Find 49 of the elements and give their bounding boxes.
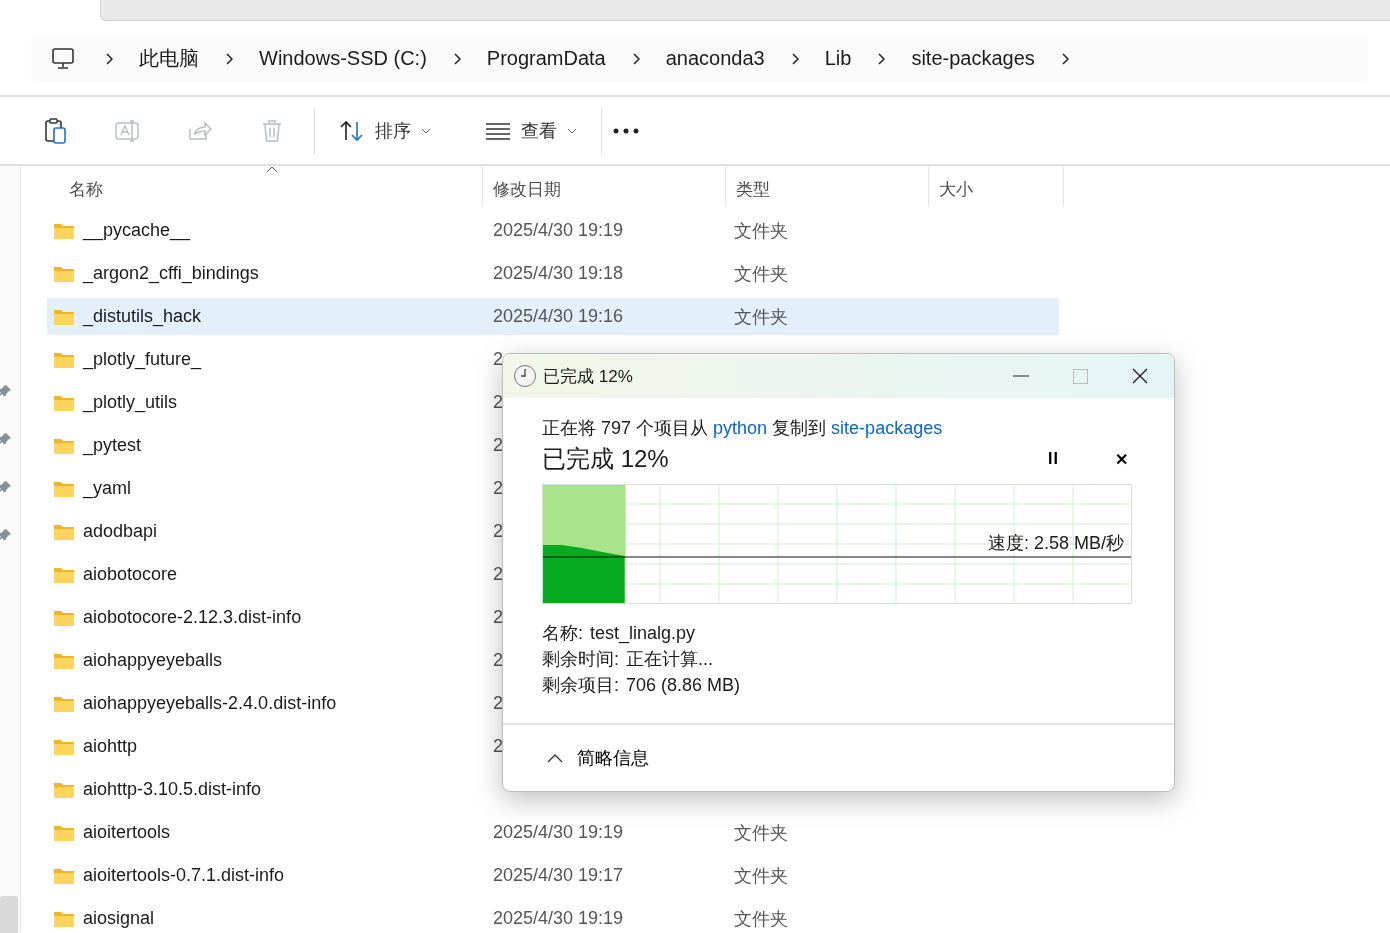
detail-value: 正在计算... [626, 649, 714, 669]
file-name: aioitertools-0.7.1.dist-info [83, 865, 285, 886]
detail-label: 名称: [542, 623, 583, 643]
file-type: 文件夹 [734, 907, 788, 931]
file-name: aiohappyeyeballs [83, 650, 223, 671]
modified-date: 2025/4/30 19:17 [493, 865, 624, 886]
file-type: 文件夹 [734, 305, 788, 329]
file-type: 文件夹 [734, 219, 788, 243]
modified-date: 2 [493, 478, 503, 499]
modified-date: 2 [493, 521, 503, 542]
detail-label: 剩余时间: [542, 649, 619, 669]
file-name: _plotly_utils [83, 392, 178, 413]
file-name: aiosignal [83, 908, 155, 929]
file-name: _distutils_hack [83, 306, 202, 327]
file-name: _plotly_future_ [83, 349, 202, 370]
file-name: adodbapi [83, 521, 158, 542]
modified-date: 2 [493, 564, 503, 585]
modified-date: 2 [493, 392, 503, 413]
modified-date: 2025/4/30 19:16 [493, 306, 624, 327]
modified-date: 2025/4/30 19:19 [493, 220, 624, 241]
detail-label: 剩余项目: [542, 675, 619, 695]
modified-date: 2 [493, 349, 503, 370]
file-name: aiohttp [83, 736, 138, 757]
file-name: __pycache__ [83, 220, 191, 241]
modified-date: 2 [493, 607, 503, 628]
file-name: aiohttp-3.10.5.dist-info [83, 779, 262, 800]
modified-date: 2 [493, 650, 503, 671]
file-name: aiohappyeyeballs-2.4.0.dist-info [83, 693, 337, 714]
file-name: _yaml [83, 478, 131, 499]
copy-status-text: 正在将 797 个项目从 python 复制到 site-packages [542, 417, 944, 440]
modified-date: 2 [493, 693, 503, 714]
speed-label: 速度: 2.58 MB/秒 [987, 532, 1124, 555]
file-name: aioitertools [83, 822, 171, 843]
modified-date: 2 [493, 736, 503, 757]
dialog-title: 已完成 12% [543, 365, 634, 388]
file-name: aiobotocore [83, 564, 178, 585]
modified-date: 2025/4/30 19:19 [493, 822, 624, 843]
modified-date: 2025/4/30 19:18 [493, 263, 624, 284]
progress-heading: 已完成 12% [542, 444, 670, 474]
file-name: _argon2_cffi_bindings [83, 263, 259, 284]
detail-value: 706 (8.86 MB) [626, 675, 741, 695]
detail-value: test_linalg.py [590, 623, 696, 643]
file-name: aiobotocore-2.12.3.dist-info [83, 607, 302, 628]
file-type: 文件夹 [734, 821, 788, 845]
modified-date: 2025/4/30 19:19 [493, 908, 624, 929]
file-type: 文件夹 [734, 262, 788, 286]
file-name: _pytest [83, 435, 142, 456]
modified-date: 2 [493, 435, 503, 456]
file-type: 文件夹 [734, 864, 788, 888]
